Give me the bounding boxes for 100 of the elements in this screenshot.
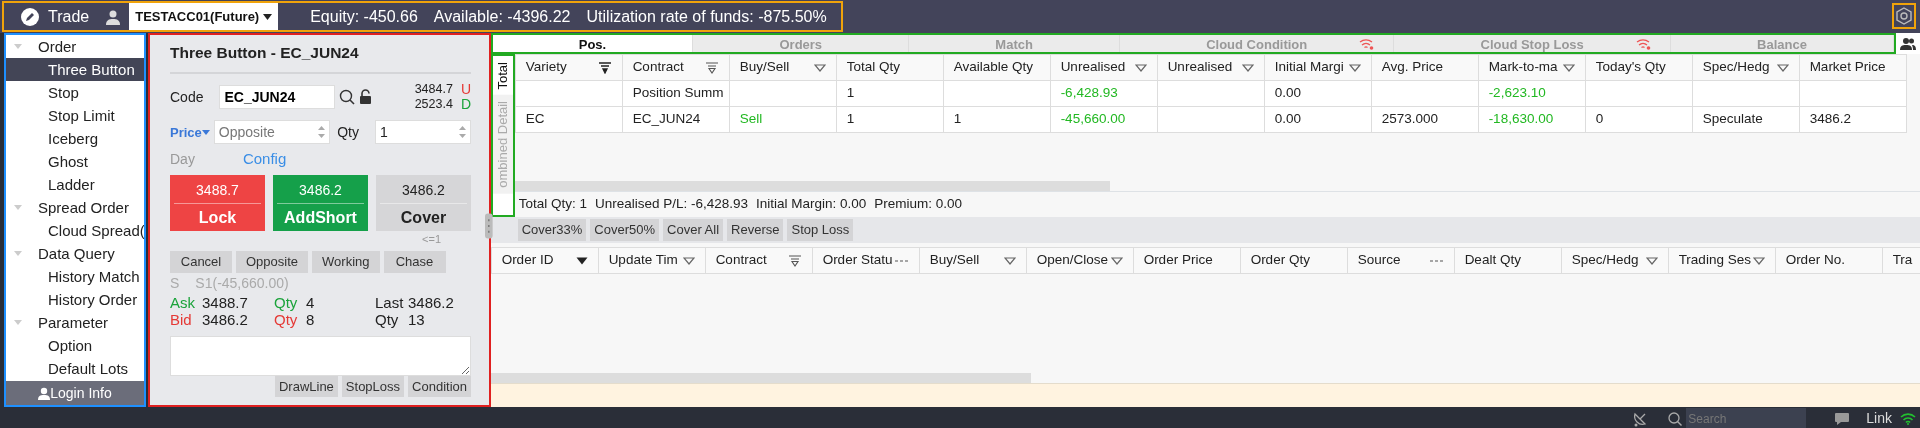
tree-item[interactable]: Data Query	[6, 242, 144, 265]
action-button[interactable]: Opposite	[236, 251, 309, 273]
order-button[interactable]: 3488.7 Lock	[170, 174, 265, 231]
tree-item[interactable]: Stop Limit	[6, 104, 144, 127]
tree-item[interactable]: Iceberg	[6, 127, 144, 150]
column-header[interactable]: Total Qty	[836, 54, 944, 81]
search-icon[interactable]	[339, 89, 356, 106]
price-type-button[interactable]: Price	[170, 122, 210, 142]
summary-text: Initial Margin: 0.00	[756, 195, 867, 214]
column-header[interactable]: Unrealised	[1050, 54, 1158, 81]
tree-item[interactable]: Parameter	[6, 311, 144, 334]
action-button[interactable]: Reverse	[727, 219, 784, 241]
scrollbar[interactable]	[514, 181, 1110, 191]
tree-item[interactable]: Ladder	[6, 173, 144, 196]
account-dropdown[interactable]: TESTACC01(Future)	[129, 3, 279, 30]
column-header[interactable]: Open/Close	[1026, 247, 1134, 274]
caret-icon[interactable]	[14, 250, 22, 257]
order-button[interactable]: 3486.2 Cover	[376, 174, 471, 231]
lock-icon[interactable]	[359, 89, 373, 106]
column-header[interactable]: Order Qty	[1240, 247, 1348, 274]
column-header[interactable]: Unrealised	[1157, 54, 1265, 81]
column-header[interactable]: Avg. Price	[1371, 54, 1479, 81]
quote-label: Qty	[274, 293, 299, 311]
column-header[interactable]: Market Price	[1799, 54, 1907, 81]
column-header[interactable]: Buy/Sell	[919, 247, 1027, 274]
resize-handle[interactable]	[485, 213, 493, 239]
filter-icon	[704, 61, 719, 74]
user-icon	[38, 386, 51, 400]
search-icon	[1668, 411, 1683, 426]
column-header[interactable]: Today's Qty	[1585, 54, 1693, 81]
tree-item[interactable]: Spread Order	[6, 196, 144, 219]
tree-item[interactable]: Default Lots	[6, 357, 144, 380]
column-header[interactable]: Trading Ses	[1668, 247, 1776, 274]
tree-item[interactable]: Stop	[6, 81, 144, 104]
tree-item[interactable]: Order	[6, 35, 144, 58]
column-header[interactable]: Order No.	[1775, 247, 1883, 274]
column-header[interactable]: Spec/Hedg	[1692, 54, 1800, 81]
action-button[interactable]: Cover50%	[590, 219, 660, 241]
column-header[interactable]: Order Statu	[812, 247, 920, 274]
column-header[interactable]: Contract	[705, 247, 813, 274]
action-button[interactable]: Cancel	[170, 251, 232, 273]
search-field[interactable]: Search	[1686, 408, 1807, 428]
caret-icon[interactable]	[14, 43, 22, 50]
column-header[interactable]: Order ID	[491, 247, 599, 274]
column-header[interactable]: Initial Margi	[1264, 54, 1372, 81]
settings-icon[interactable]	[1895, 7, 1913, 25]
code-field[interactable]: EC_JUN24	[219, 85, 336, 110]
tool-button[interactable]: DrawLine	[274, 375, 338, 397]
scrollbar[interactable]	[490, 373, 1031, 383]
action-button[interactable]: Cover All	[663, 219, 724, 241]
column-header[interactable]: Contract	[622, 54, 730, 81]
price-type-spinner[interactable]: Opposite	[213, 120, 330, 145]
login-info-button[interactable]: Login Info	[6, 381, 144, 405]
tool-button[interactable]: StopLoss	[341, 375, 405, 397]
notes-field[interactable]	[170, 335, 471, 376]
column-header[interactable]: Order Price	[1133, 247, 1241, 274]
table-cell: -6,428.93	[1060, 85, 1118, 101]
action-button[interactable]: Cover33%	[517, 219, 587, 241]
chat-icon[interactable]	[1834, 411, 1851, 426]
tree-item[interactable]: Cloud Spread(	[6, 219, 144, 242]
satellite-dish-icon[interactable]	[1632, 410, 1649, 427]
action-button[interactable]: Chase	[383, 251, 446, 273]
tab[interactable]: Pos.	[492, 35, 694, 52]
dash-icon	[894, 258, 909, 263]
tree-item[interactable]: Option	[6, 334, 144, 357]
dropdown-icon	[1110, 256, 1123, 265]
tree-item[interactable]: Ghost	[6, 150, 144, 173]
table-cell: 1	[953, 111, 962, 127]
action-button[interactable]: Working	[312, 251, 380, 273]
column-header[interactable]: Dealt Qty	[1454, 247, 1562, 274]
caret-icon[interactable]	[14, 204, 22, 211]
table-cell: -45,660.00	[1060, 111, 1126, 127]
spinner-icon	[317, 126, 325, 139]
table-cell: 3486.2	[1809, 111, 1851, 127]
column-header[interactable]: Variety	[515, 54, 623, 81]
quote-price: 3486.2	[202, 310, 249, 328]
qty-spinner[interactable]: 1	[375, 120, 471, 145]
account-stat: Equity: -450.66	[310, 6, 418, 27]
dropdown-icon	[1645, 256, 1658, 265]
table-cell: EC	[525, 111, 545, 127]
table-cell: 2573.000	[1381, 111, 1438, 127]
app-title: Trade	[48, 6, 90, 27]
tree-item[interactable]: History Order	[6, 288, 144, 311]
column-header[interactable]: Update Tim	[598, 247, 706, 274]
tree-item[interactable]: History Match	[6, 265, 144, 288]
tool-button[interactable]: Condition	[408, 375, 471, 397]
caret-icon[interactable]	[14, 319, 22, 326]
column-header[interactable]: Mark-to-ma	[1478, 54, 1586, 81]
column-header[interactable]: Buy/Sell	[729, 54, 837, 81]
column-header[interactable]: Available Qty	[943, 54, 1051, 81]
action-button[interactable]: Stop Loss	[787, 219, 854, 241]
table-cell: -2,623.10	[1488, 85, 1546, 101]
dash-icon	[1429, 258, 1444, 263]
table-cell: 0.00	[1274, 111, 1301, 127]
users-icon[interactable]	[1900, 37, 1916, 50]
tree-item[interactable]: Three Button	[6, 58, 144, 81]
column-header[interactable]: Spec/Hedg	[1561, 247, 1669, 274]
summary-text: Premium: 0.00	[874, 195, 963, 214]
column-header[interactable]: Source	[1347, 247, 1455, 274]
column-header[interactable]: Tra	[1882, 247, 1920, 274]
